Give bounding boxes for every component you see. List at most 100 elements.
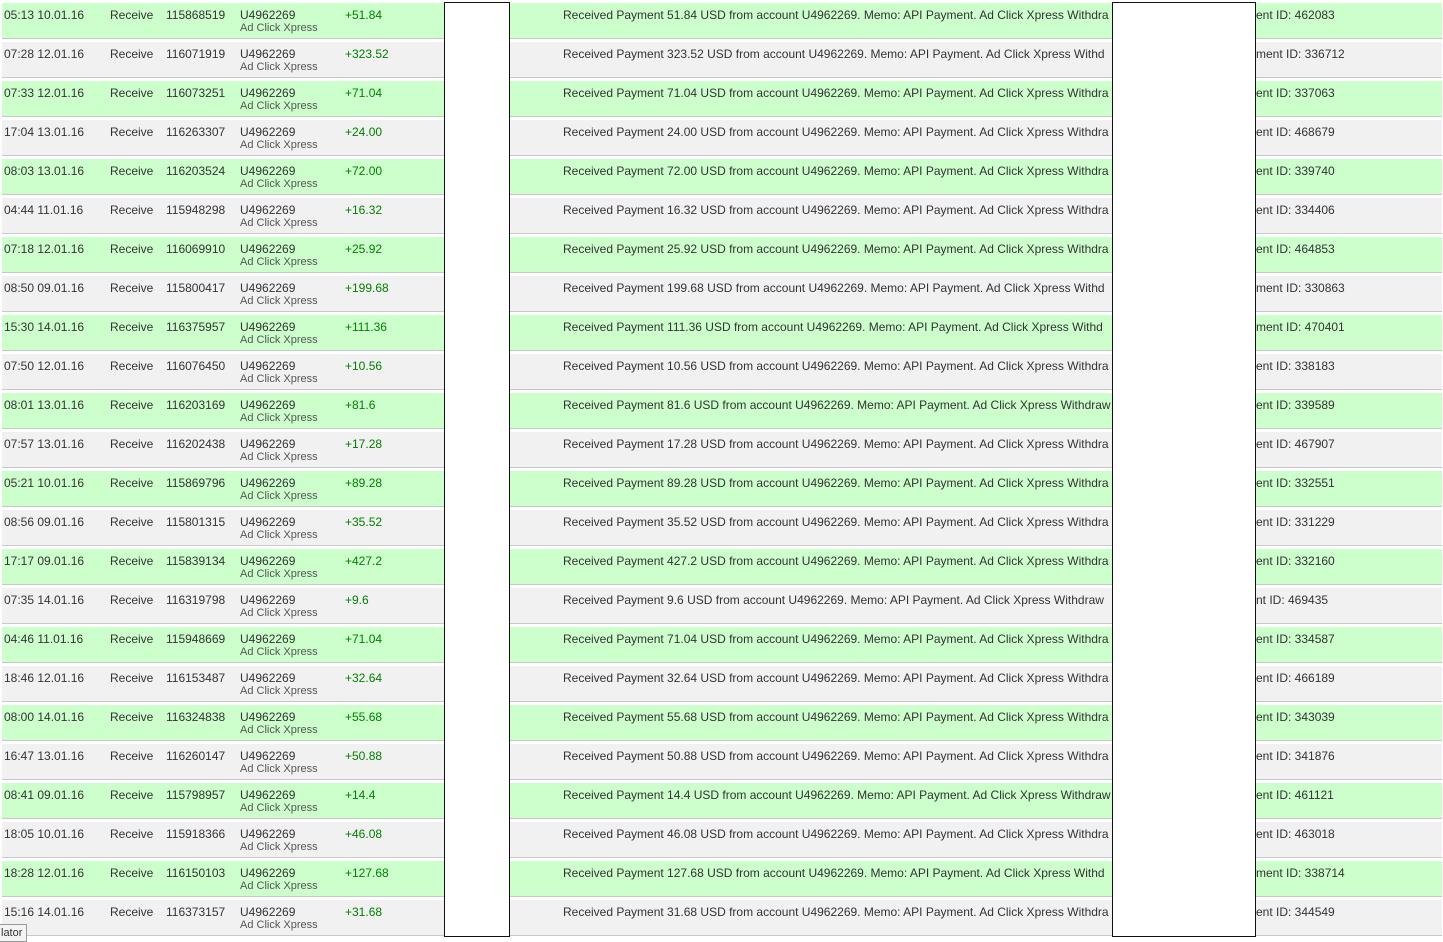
transaction-time: 05:13 10.01.16 [4,8,85,22]
transaction-time: 16:47 13.01.16 [4,749,85,763]
transaction-amount: +127.68 [345,866,389,880]
transaction-account: U4962269 [240,203,296,217]
transaction-type: Receive [110,671,154,685]
transaction-batch: 116319798 [166,593,226,607]
transaction-account: U4962269 [240,671,296,685]
transaction-amount: +25.92 [345,242,383,256]
transaction-memo-end: ent ID: 461121 [1256,788,1334,802]
transaction-account: U4962269 [240,359,296,373]
transaction-memo-end: ent ID: 338183 [1256,359,1335,373]
transaction-memo-end: ment ID: 338714 [1256,866,1345,880]
transaction-time: 07:35 14.01.16 [4,593,85,607]
transaction-batch: 115868519 [166,8,226,22]
transaction-memo-end: ent ID: 462083 [1256,8,1335,22]
transaction-type: Receive [110,437,154,451]
transaction-batch: 115948298 [166,203,226,217]
transaction-memo-end: ment ID: 470401 [1256,320,1345,334]
transaction-account: U4962269 [240,788,296,802]
transaction-amount: +71.04 [345,632,383,646]
transaction-type: Receive [110,398,154,412]
transaction-account: U4962269 [240,281,296,295]
transaction-account: U4962269 [240,86,296,100]
transaction-account-name: Ad Click Xpress [240,802,318,814]
transaction-memo: Received Payment 111.36 USD from account… [563,320,1103,334]
transaction-time: 08:01 13.01.16 [4,398,85,412]
transaction-batch: 116202438 [166,437,226,451]
transaction-memo-end: ent ID: 466189 [1256,671,1335,685]
transaction-account-name: Ad Click Xpress [240,841,318,853]
transaction-time: 08:50 09.01.16 [4,281,85,295]
transaction-time: 08:00 14.01.16 [4,710,85,724]
transaction-account-name: Ad Click Xpress [240,529,318,541]
transaction-memo-end: ent ID: 464853 [1256,242,1335,256]
transaction-type: Receive [110,749,154,763]
transaction-memo: Received Payment 32.64 USD from account … [563,671,1109,685]
transaction-account-name: Ad Click Xpress [240,451,318,463]
transaction-batch: 115948669 [166,632,226,646]
transaction-account: U4962269 [240,905,296,919]
calculator-tab[interactable]: lator [0,924,28,942]
transaction-batch: 116069910 [166,242,226,256]
transaction-batch: 116375957 [166,320,226,334]
transaction-type: Receive [110,164,154,178]
transaction-account-name: Ad Click Xpress [240,217,318,229]
transaction-amount: +323.52 [345,47,389,61]
transaction-amount: +46.08 [345,827,383,841]
transaction-type: Receive [110,8,154,22]
transaction-memo-end: ent ID: 337063 [1256,86,1335,100]
transaction-account: U4962269 [240,125,296,139]
transaction-account-name: Ad Click Xpress [240,724,318,736]
transaction-memo: Received Payment 199.68 USD from account… [563,281,1105,295]
transaction-type: Receive [110,320,154,334]
transaction-account: U4962269 [240,437,296,451]
transaction-batch: 116150103 [166,866,226,880]
transaction-time: 15:16 14.01.16 [4,905,85,919]
transaction-memo: Received Payment 51.84 USD from account … [563,8,1109,22]
transaction-batch: 116203169 [166,398,226,412]
transaction-time: 18:05 10.01.16 [4,827,85,841]
transaction-account-name: Ad Click Xpress [240,256,318,268]
transaction-memo-end: ent ID: 467907 [1256,437,1335,451]
transaction-memo-end: ent ID: 332551 [1256,476,1335,490]
transaction-time: 04:44 11.01.16 [4,203,84,217]
transaction-time: 07:18 12.01.16 [4,242,85,256]
transaction-type: Receive [110,710,154,724]
transaction-account-name: Ad Click Xpress [240,334,318,346]
transaction-account: U4962269 [240,749,296,763]
transaction-time: 07:50 12.01.16 [4,359,85,373]
transaction-memo: Received Payment 10.56 USD from account … [563,359,1109,373]
transaction-batch: 116071919 [166,47,226,61]
transaction-account: U4962269 [240,866,296,880]
transaction-memo-end: ent ID: 332160 [1256,554,1335,568]
transaction-account-name: Ad Click Xpress [240,61,318,73]
transaction-batch: 115800417 [166,281,226,295]
transaction-account-name: Ad Click Xpress [240,295,318,307]
transaction-amount: +31.68 [345,905,383,919]
transaction-account: U4962269 [240,47,296,61]
transaction-memo: Received Payment 55.68 USD from account … [563,710,1109,724]
transaction-amount: +199.68 [345,281,389,295]
transaction-amount: +71.04 [345,86,383,100]
transaction-account: U4962269 [240,632,296,646]
transaction-account: U4962269 [240,164,296,178]
transaction-memo: Received Payment 17.28 USD from account … [563,437,1109,451]
transaction-memo: Received Payment 50.88 USD from account … [563,749,1109,763]
transaction-memo-end: ent ID: 334587 [1256,632,1335,646]
transaction-account-name: Ad Click Xpress [240,919,318,931]
transaction-amount: +427.2 [345,554,383,568]
transaction-type: Receive [110,476,154,490]
transaction-memo-end: ent ID: 468679 [1256,125,1335,139]
transaction-memo-end: ent ID: 331229 [1256,515,1335,529]
transaction-amount: +89.28 [345,476,383,490]
transaction-amount: +111.36 [345,320,387,334]
transaction-type: Receive [110,86,154,100]
transaction-memo: Received Payment 323.52 USD from account… [563,47,1105,61]
transaction-batch: 115801315 [166,515,226,529]
transaction-account-name: Ad Click Xpress [240,490,318,502]
transaction-memo-end: ent ID: 334406 [1256,203,1335,217]
transaction-account-name: Ad Click Xpress [240,178,318,190]
transaction-account-name: Ad Click Xpress [240,373,318,385]
transaction-amount: +51.84 [345,8,383,22]
transaction-type: Receive [110,515,154,529]
transaction-account-name: Ad Click Xpress [240,646,318,658]
